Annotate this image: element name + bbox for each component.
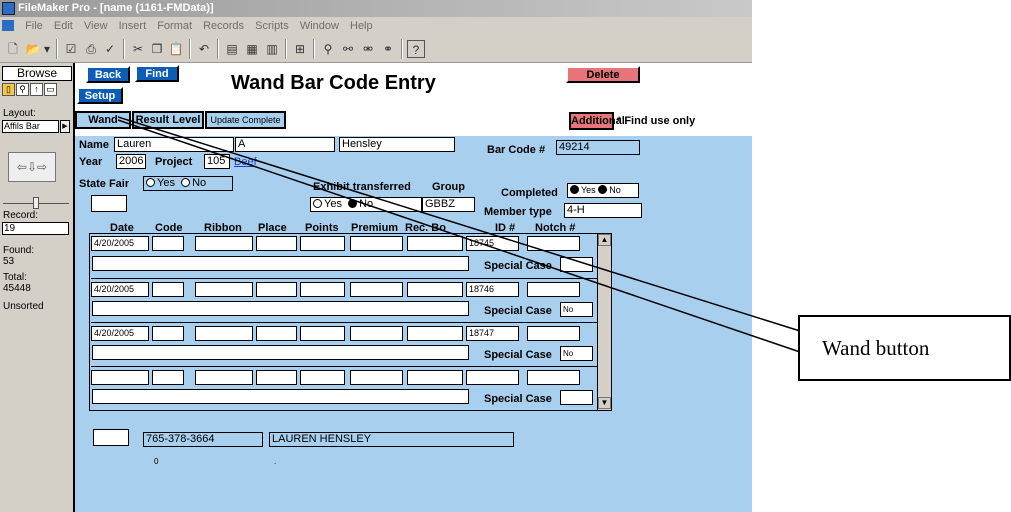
callout-pointer-lines xyxy=(117,116,801,353)
wand-button-callout: Wand button xyxy=(798,315,1011,381)
callout-line-lower xyxy=(117,119,801,353)
callout-line-upper xyxy=(117,116,801,332)
